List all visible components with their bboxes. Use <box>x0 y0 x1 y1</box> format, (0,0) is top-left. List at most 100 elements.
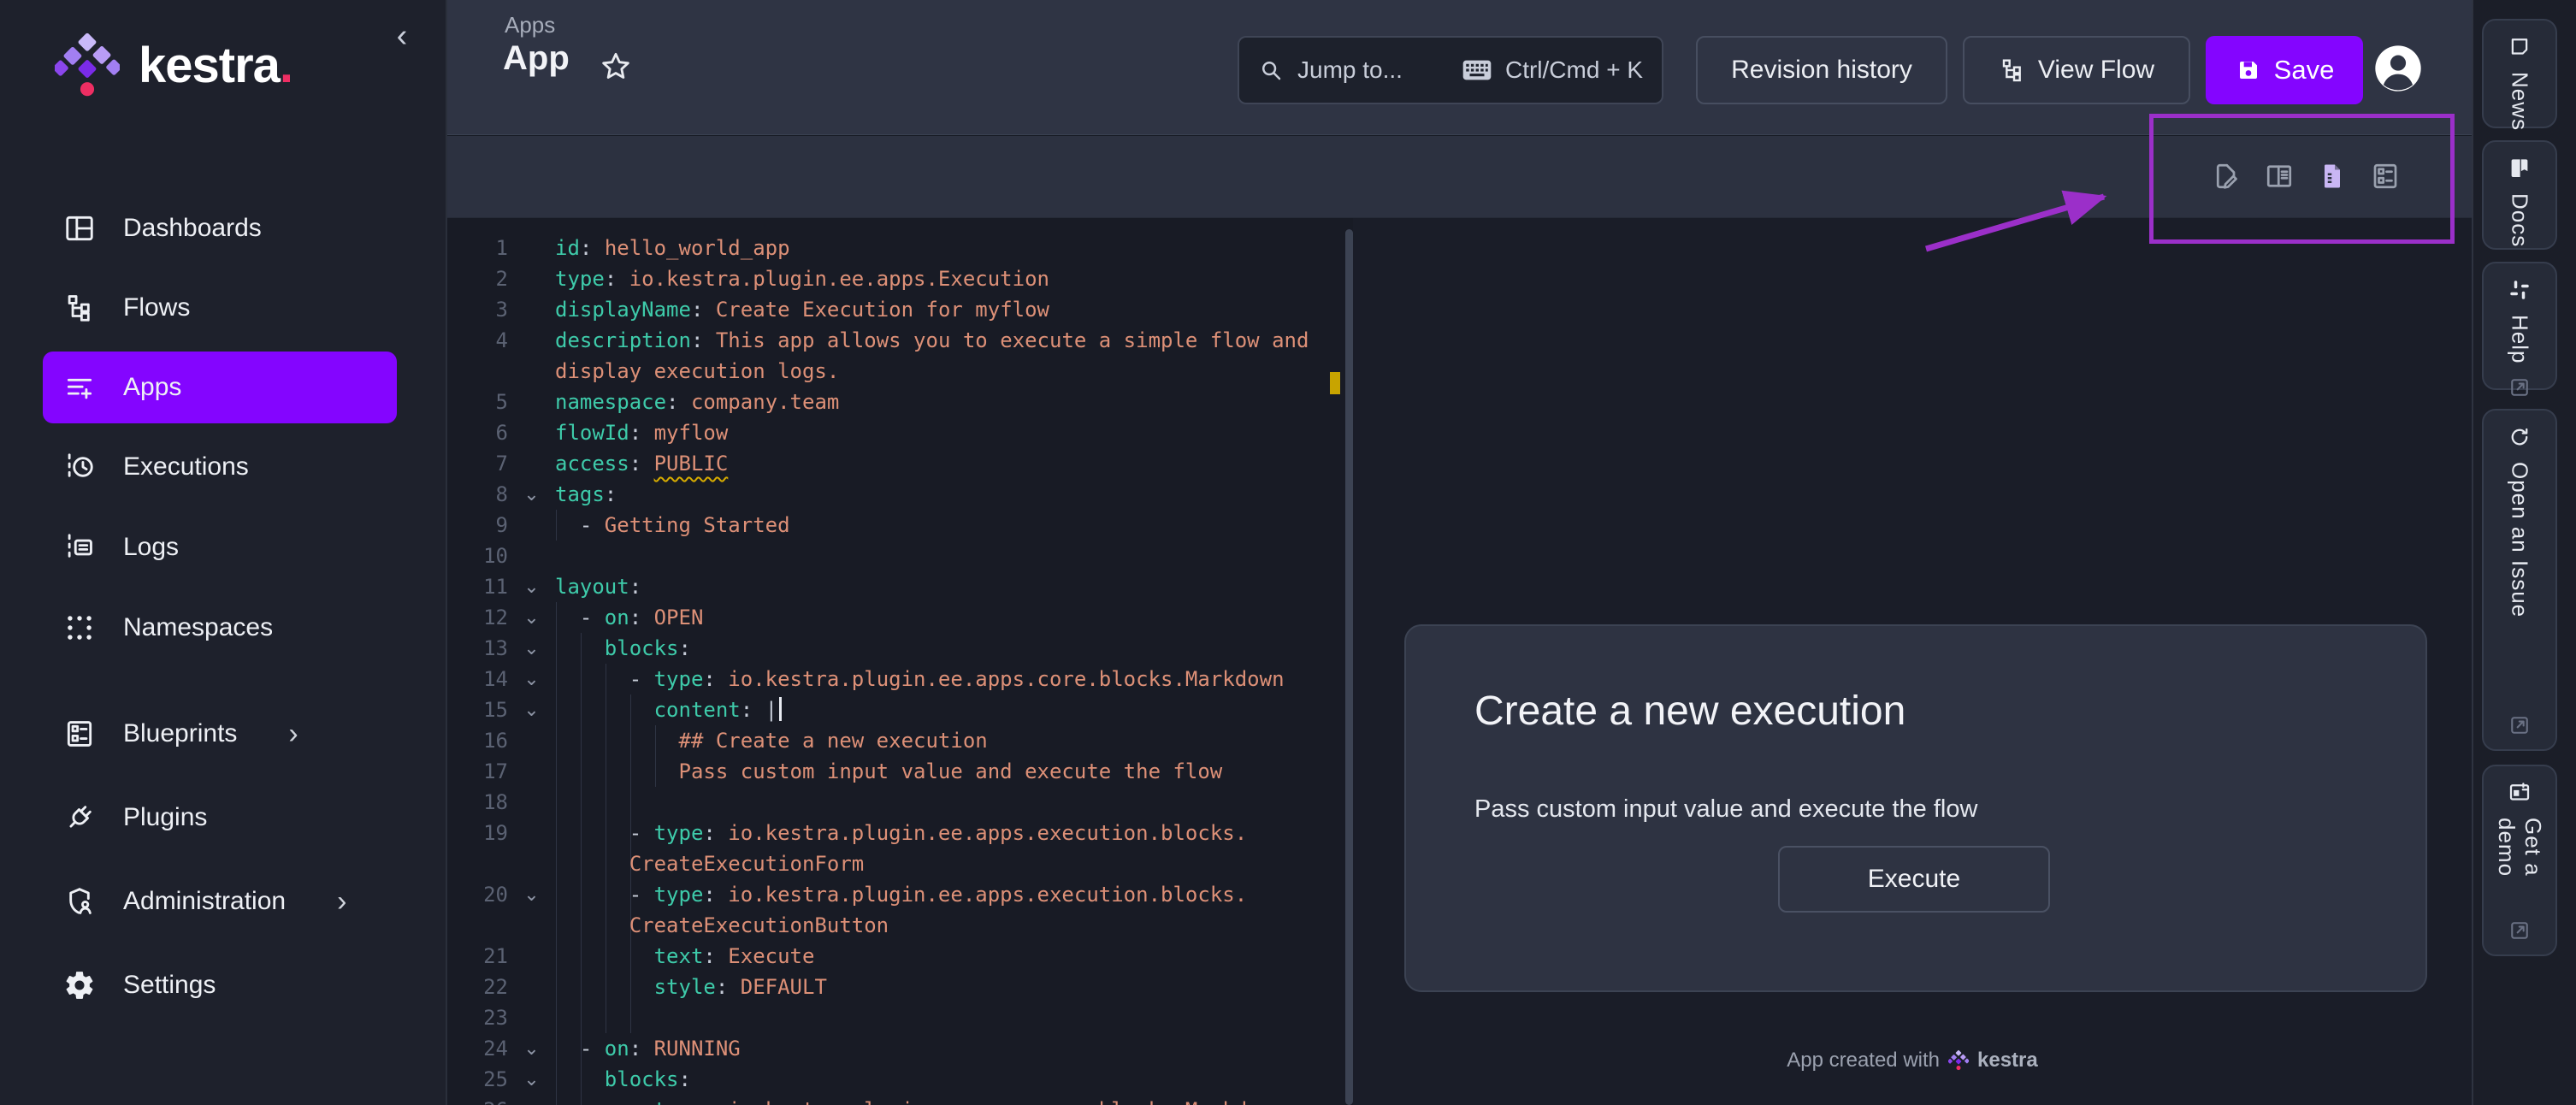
pane-splitter[interactable] <box>1345 229 1353 1105</box>
code-line[interactable]: 10 <box>447 541 1356 571</box>
code-line[interactable]: 4description: This app allows you to exe… <box>447 325 1356 356</box>
code-line[interactable]: display execution logs. <box>447 356 1356 387</box>
settings-icon <box>63 969 96 1002</box>
code-line[interactable]: 9 - Getting Started <box>447 510 1356 541</box>
code-line[interactable]: 5namespace: company.team <box>447 387 1356 417</box>
revision-history-button[interactable]: Revision history <box>1696 36 1947 104</box>
fold-chevron-icon[interactable]: ⌄ <box>508 1037 555 1060</box>
administration-icon <box>63 885 96 918</box>
sidebar-item-dashboards[interactable]: Dashboards <box>43 192 397 264</box>
code-line[interactable]: 22 style: DEFAULT <box>447 972 1356 1002</box>
keyboard-icon <box>1462 59 1492 81</box>
code-line[interactable]: CreateExecutionButton <box>447 910 1356 941</box>
search-placeholder: Jump to... <box>1297 56 1403 84</box>
code-line[interactable]: 12⌄ - on: OPEN <box>447 602 1356 633</box>
code-line[interactable]: 17 Pass custom input value and execute t… <box>447 756 1356 787</box>
namespaces-icon <box>63 612 96 644</box>
sidebar-item-settings[interactable]: Settings <box>43 949 397 1021</box>
code-line[interactable]: 24⌄ - on: RUNNING <box>447 1033 1356 1064</box>
view-flow-button[interactable]: View Flow <box>1963 36 2190 104</box>
sidebar-item-label: Apps <box>123 373 181 402</box>
sidebar-item-namespaces[interactable]: Namespaces <box>43 592 397 664</box>
rail-label: Get a demo <box>2493 818 2546 907</box>
sidebar-collapse-icon[interactable]: ‹ <box>383 19 421 56</box>
external-link-icon <box>2508 713 2532 737</box>
form-icon[interactable] <box>2370 161 2401 192</box>
docs-icon <box>2507 156 2532 181</box>
code-line[interactable]: 13⌄ blocks: <box>447 633 1356 664</box>
code-line[interactable]: 14⌄ - type: io.kestra.plugin.ee.apps.cor… <box>447 664 1356 694</box>
card-title: Create a new execution <box>1474 688 1905 735</box>
favorite-star-icon[interactable] <box>599 50 633 84</box>
fold-chevron-icon[interactable]: ⌄ <box>508 637 555 659</box>
editor-toolbar <box>447 136 2472 218</box>
code-line[interactable]: 8⌄tags: <box>447 479 1356 510</box>
code-line[interactable]: 2type: io.kestra.plugin.ee.apps.Executio… <box>447 263 1356 294</box>
save-button[interactable]: Save <box>2206 36 2363 104</box>
code-line[interactable]: 20⌄ - type: io.kestra.plugin.ee.apps.exe… <box>447 879 1356 910</box>
book-open-icon[interactable] <box>2264 161 2295 192</box>
chevron-right-icon: › <box>288 721 298 747</box>
executions-icon <box>63 451 96 483</box>
sidebar-item-apps[interactable]: Apps <box>43 352 397 423</box>
yaml-editor[interactable]: 1id: hello_world_app2type: io.kestra.plu… <box>447 218 1356 1105</box>
rail-button-open-an-issue[interactable]: Open an Issue <box>2482 409 2557 751</box>
demo-icon <box>2507 780 2532 806</box>
plugins-icon <box>63 801 96 834</box>
fold-chevron-icon[interactable]: ⌄ <box>508 883 555 906</box>
file-document-icon[interactable] <box>2317 161 2348 192</box>
code-line[interactable]: 7access: PUBLIC <box>447 448 1356 479</box>
sidebar-item-blueprints[interactable]: Blueprints › <box>43 698 397 770</box>
kestra-logo-text: kestra. <box>139 37 292 94</box>
code-line[interactable]: 3displayName: Create Execution for myflo… <box>447 294 1356 325</box>
code-line[interactable]: 11⌄layout: <box>447 571 1356 602</box>
sidebar-item-administration[interactable]: Administration› <box>43 866 397 937</box>
kestra-logo[interactable]: kestra. <box>55 31 292 100</box>
sidebar-item-executions[interactable]: Executions <box>43 431 397 503</box>
chevron-right-icon: › <box>337 889 346 914</box>
code-line[interactable]: 1id: hello_world_app <box>447 233 1356 263</box>
sidebar-item-flows[interactable]: Flows <box>43 272 397 344</box>
rail-label: Docs <box>2507 193 2533 247</box>
rail-button-news[interactable]: News <box>2482 19 2557 128</box>
code-line[interactable]: 19 - type: io.kestra.plugin.ee.apps.exec… <box>447 818 1356 848</box>
fold-chevron-icon[interactable]: ⌄ <box>508 1068 555 1090</box>
code-line[interactable]: 21 text: Execute <box>447 941 1356 972</box>
text-cursor <box>779 697 782 721</box>
fold-chevron-icon[interactable]: ⌄ <box>508 483 555 505</box>
file-edit-icon[interactable] <box>2211 161 2242 192</box>
jump-to-search[interactable]: Jump to... Ctrl/Cmd + K <box>1238 36 1663 104</box>
external-link-icon <box>2508 375 2532 399</box>
sidebar-item-label: Logs <box>123 533 179 562</box>
footer-brand: kestra <box>1977 1049 2038 1072</box>
sidebar-item-label: Blueprints <box>123 719 237 748</box>
code-line[interactable]: 23 <box>447 1002 1356 1033</box>
rail-label: News <box>2507 72 2533 131</box>
flows-icon <box>63 292 96 324</box>
dashboard-icon <box>63 212 96 245</box>
footer-text: App created with <box>1787 1049 1940 1072</box>
code-line[interactable]: 18 <box>447 787 1356 818</box>
user-avatar[interactable] <box>2371 41 2425 96</box>
code-line[interactable]: 15⌄ content: | <box>447 694 1356 725</box>
code-line[interactable]: 26 - type: io.kestra.plugin.ee.apps.core… <box>447 1095 1356 1105</box>
fold-chevron-icon[interactable]: ⌄ <box>508 576 555 598</box>
rail-button-help[interactable]: Help <box>2482 262 2557 390</box>
fold-chevron-icon[interactable]: ⌄ <box>508 668 555 690</box>
floppy-disk-icon <box>2235 56 2262 84</box>
view-switcher <box>2211 161 2401 192</box>
breadcrumb[interactable]: Apps <box>505 12 555 38</box>
code-line[interactable]: CreateExecutionForm <box>447 848 1356 879</box>
sidebar-item-plugins[interactable]: Plugins <box>43 782 397 854</box>
sidebar-item-logs[interactable]: Logs <box>43 511 397 583</box>
execute-button[interactable]: Execute <box>1778 846 2050 913</box>
fold-chevron-icon[interactable]: ⌄ <box>508 606 555 629</box>
rail-label: Open an Issue <box>2507 462 2533 618</box>
code-line[interactable]: 16 ## Create a new execution <box>447 725 1356 756</box>
rail-button-docs[interactable]: Docs <box>2482 140 2557 250</box>
rail-button-get-a-demo[interactable]: Get a demo <box>2482 765 2557 956</box>
code-line[interactable]: 25⌄ blocks: <box>447 1064 1356 1095</box>
code-line[interactable]: 6flowId: myflow <box>447 417 1356 448</box>
fold-chevron-icon[interactable]: ⌄ <box>508 699 555 721</box>
sidebar-item-label: Namespaces <box>123 613 273 642</box>
